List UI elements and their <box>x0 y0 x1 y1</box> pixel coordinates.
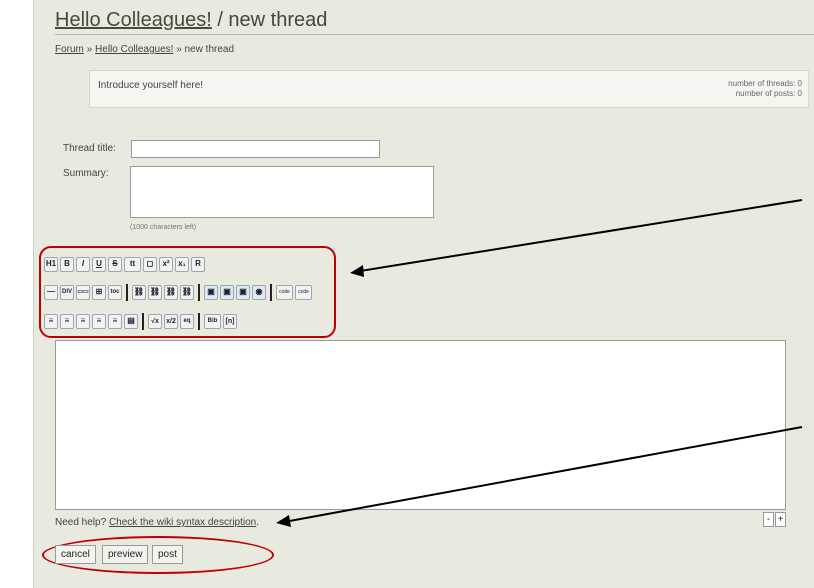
preview-button[interactable]: preview <box>102 545 149 564</box>
page-title: Hello Colleagues! / new thread <box>55 8 814 32</box>
breadcrumb-sep: » <box>173 44 185 55</box>
post-content-editor[interactable] <box>55 340 786 510</box>
toolbar-row-format: H1 B I U S tt ◻ x² x₁ R <box>44 255 205 273</box>
bullet-list-icon[interactable]: ≡ <box>60 313 74 329</box>
external-link-icon[interactable]: ⛓ <box>180 284 194 300</box>
strikethrough-button[interactable]: S <box>108 256 122 272</box>
thread-count: number of threads: 0 <box>728 79 802 88</box>
anchor-link-icon[interactable]: ⛓ <box>148 284 162 300</box>
post-count: number of posts: 0 <box>735 89 802 98</box>
wiki-syntax-link[interactable]: Check the wiki syntax description <box>109 517 256 528</box>
video-icon[interactable]: ▣ <box>236 284 250 300</box>
characters-left-counter: (1000 characters left) <box>130 224 197 231</box>
underline-button[interactable]: U <box>92 256 106 272</box>
indent-icon[interactable]: ≡ <box>76 313 90 329</box>
italic-button[interactable]: I <box>76 256 90 272</box>
breadcrumb-forum-link[interactable]: Forum <box>55 44 84 55</box>
bibliography-button[interactable]: Bib <box>204 313 221 329</box>
help-suffix: . <box>256 517 260 528</box>
breadcrumb: Forum » Hello Colleagues! » new thread <box>55 44 234 55</box>
horizontal-rule-button[interactable]: — <box>44 284 58 300</box>
summary-label: Summary: <box>63 168 109 179</box>
breadcrumb-category-link[interactable]: Hello Colleagues! <box>95 44 173 55</box>
breadcrumb-sep: » <box>83 44 96 55</box>
columns-button[interactable]: ▭▭ <box>76 284 90 300</box>
bold-button[interactable]: B <box>60 256 74 272</box>
toolbar-separator <box>198 312 200 330</box>
audio-icon[interactable]: ◉ <box>252 284 266 300</box>
title-bar: Hello Colleagues! / new thread <box>55 8 814 35</box>
post-button[interactable]: post <box>152 545 183 564</box>
citation-button[interactable]: [n] <box>223 313 237 329</box>
toolbar-row-lists: ≡ ≡ ≡ ≡ ≡ ▤ √x x/2 eq Bib [n] <box>44 312 237 330</box>
toolbar-separator <box>198 283 200 301</box>
page-container: Hello Colleagues! / new thread Forum » H… <box>33 0 814 588</box>
help-text: Need help? Check the wiki syntax descrip… <box>55 517 259 528</box>
breadcrumb-current: new thread <box>184 44 235 55</box>
toolbar-row-insert: — DIV ▭▭ ⊞ toc ⛓ ⛓ ⛓ ⛓ ▣ ▣ ▣ ◉ code code <box>44 283 312 301</box>
toolbar-separator <box>126 283 128 301</box>
toolbar-separator <box>142 312 144 330</box>
summary-textarea[interactable] <box>130 166 434 218</box>
numbered-list-icon[interactable]: ≡ <box>44 313 58 329</box>
toc-button[interactable]: toc <box>108 284 122 300</box>
category-stats: number of threads: 0 number of posts: 0 <box>728 79 802 99</box>
page-link-icon[interactable]: ⛓ <box>164 284 178 300</box>
inline-code-button[interactable]: ◻ <box>143 256 157 272</box>
definition-list-icon[interactable]: ≡ <box>108 313 122 329</box>
category-description-box: Introduce yourself here! number of threa… <box>89 70 809 108</box>
cancel-button[interactable]: cancel <box>55 545 96 564</box>
thread-title-input[interactable] <box>131 140 380 158</box>
superscript-button[interactable]: x² <box>159 256 173 272</box>
teletype-button[interactable]: tt <box>124 256 141 272</box>
shrink-editor-button[interactable]: - <box>763 512 774 527</box>
equation-button[interactable]: eq <box>180 313 194 329</box>
subscript-button[interactable]: x₁ <box>175 256 189 272</box>
gallery-icon[interactable]: ▣ <box>220 284 234 300</box>
image-icon[interactable]: ▣ <box>204 284 218 300</box>
table-button[interactable]: ⊞ <box>92 284 106 300</box>
raw-button[interactable]: R <box>191 256 205 272</box>
footnote-icon[interactable]: ▤ <box>124 313 138 329</box>
math-inline-button[interactable]: √x <box>148 313 162 329</box>
title-suffix: / new thread <box>211 9 328 31</box>
outdent-icon[interactable]: ≡ <box>92 313 106 329</box>
heading-button[interactable]: H1 <box>44 256 58 272</box>
category-description: Introduce yourself here! <box>98 80 204 91</box>
title-category-link[interactable]: Hello Colleagues! <box>55 9 212 31</box>
toolbar-separator <box>270 283 272 301</box>
thread-title-label: Thread title: <box>63 143 116 154</box>
code-block-alt-button[interactable]: code <box>295 284 312 300</box>
grow-editor-button[interactable]: + <box>775 512 786 527</box>
link-icon[interactable]: ⛓ <box>132 284 146 300</box>
help-prefix: Need help? <box>55 517 109 528</box>
math-fraction-button[interactable]: x/2 <box>164 313 178 329</box>
div-button[interactable]: DIV <box>60 284 74 300</box>
code-block-button[interactable]: code <box>276 284 293 300</box>
